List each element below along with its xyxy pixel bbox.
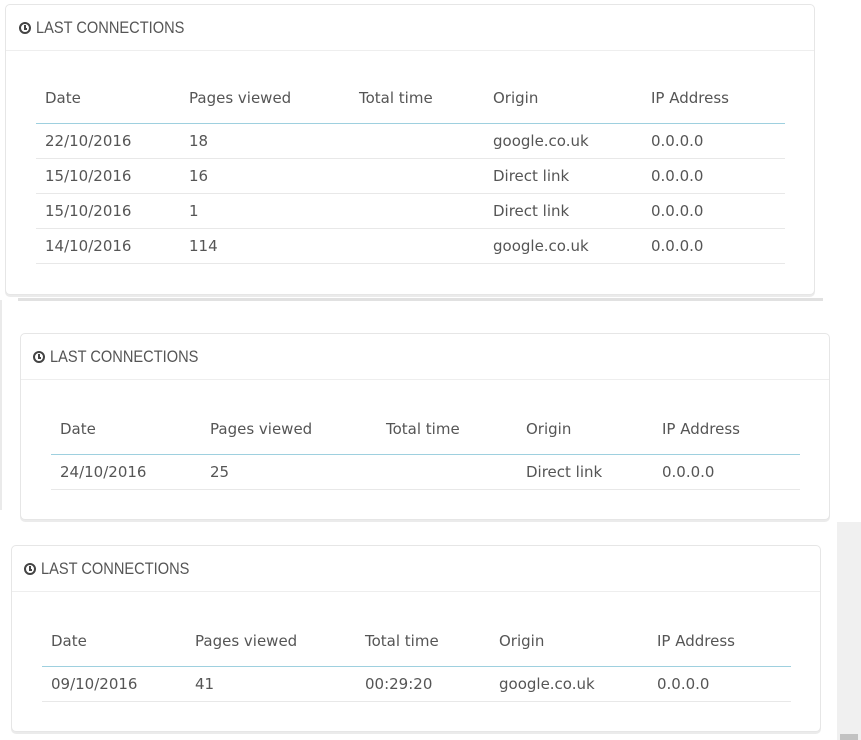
scrollbar-thumb[interactable] [840, 734, 858, 740]
cell-pages-viewed: 18 [189, 132, 209, 150]
column-header-date[interactable]: Date [51, 404, 201, 455]
table-row: 22/10/2016 18 google.co.uk 0.0.0.0 [36, 123, 785, 159]
cell-origin: google.co.uk [493, 237, 589, 255]
table-row: 15/10/2016 16 Direct link 0.0.0.0 [36, 158, 785, 194]
column-header-ip-address[interactable]: IP Address [648, 616, 791, 667]
column-header-total-time[interactable]: Total time [350, 73, 484, 124]
panel-heading: LAST CONNECTIONS [21, 334, 829, 380]
cell-origin: google.co.uk [493, 132, 589, 150]
table-row: 15/10/2016 1 Direct link 0.0.0.0 [36, 193, 785, 229]
column-header-origin[interactable]: Origin [517, 404, 653, 455]
cell-pages-viewed: 16 [189, 167, 209, 185]
column-header-date[interactable]: Date [42, 616, 186, 667]
clock-icon [33, 350, 45, 363]
column-header-total-time[interactable]: Total time [356, 616, 490, 667]
connections-table: Date Pages viewed Total time Origin IP A… [51, 404, 800, 490]
connections-table: Date Pages viewed Total time Origin IP A… [42, 616, 791, 702]
cell-pages-viewed: 25 [210, 463, 230, 481]
cell-date: 15/10/2016 [45, 202, 132, 220]
last-connections-panel-1: LAST CONNECTIONS Date Pages viewed Total… [5, 4, 815, 295]
last-connections-panel-3: LAST CONNECTIONS Date Pages viewed Total… [11, 545, 821, 732]
table-header-row: Date Pages viewed Total time Origin IP A… [51, 404, 800, 455]
cell-origin: Direct link [526, 463, 603, 481]
panel-title: LAST CONNECTIONS [41, 558, 190, 578]
cell-ip-address: 0.0.0.0 [651, 167, 704, 185]
last-connections-panel-2: LAST CONNECTIONS Date Pages viewed Total… [20, 333, 830, 520]
panel-heading: LAST CONNECTIONS [6, 5, 814, 51]
panel-heading: LAST CONNECTIONS [12, 546, 820, 592]
cell-date: 24/10/2016 [60, 463, 147, 481]
background-panel-edge [18, 298, 823, 301]
clock-icon [24, 562, 36, 575]
cell-ip-address: 0.0.0.0 [662, 463, 715, 481]
cell-origin: Direct link [493, 167, 570, 185]
cell-ip-address: 0.0.0.0 [651, 132, 704, 150]
table-header-row: Date Pages viewed Total time Origin IP A… [36, 73, 785, 124]
scrollbar-track[interactable] [837, 522, 861, 740]
column-header-origin[interactable]: Origin [490, 616, 648, 667]
column-header-origin[interactable]: Origin [484, 73, 642, 124]
cell-ip-address: 0.0.0.0 [651, 202, 704, 220]
panel-title: LAST CONNECTIONS [50, 346, 199, 366]
table-header-row: Date Pages viewed Total time Origin IP A… [42, 616, 791, 667]
table-row: 14/10/2016 114 google.co.uk 0.0.0.0 [36, 228, 785, 264]
column-header-pages-viewed[interactable]: Pages viewed [186, 616, 356, 667]
background-panel-edge [0, 300, 2, 510]
cell-date: 22/10/2016 [45, 132, 132, 150]
cell-origin: Direct link [493, 202, 570, 220]
table-row: 09/10/2016 41 00:29:20 google.co.uk 0.0.… [42, 666, 791, 702]
column-header-total-time[interactable]: Total time [377, 404, 517, 455]
column-header-ip-address[interactable]: IP Address [642, 73, 785, 124]
column-header-ip-address[interactable]: IP Address [653, 404, 800, 455]
cell-pages-viewed: 41 [195, 675, 215, 693]
cell-total-time: 00:29:20 [365, 675, 433, 693]
column-header-pages-viewed[interactable]: Pages viewed [201, 404, 377, 455]
column-header-date[interactable]: Date [36, 73, 180, 124]
clock-icon [19, 21, 31, 34]
panel-title: LAST CONNECTIONS [36, 17, 185, 37]
connections-table: Date Pages viewed Total time Origin IP A… [36, 73, 785, 264]
cell-pages-viewed: 114 [189, 237, 218, 255]
cell-ip-address: 0.0.0.0 [657, 675, 710, 693]
cell-date: 15/10/2016 [45, 167, 132, 185]
column-header-pages-viewed[interactable]: Pages viewed [180, 73, 350, 124]
cell-date: 09/10/2016 [51, 675, 138, 693]
table-row: 24/10/2016 25 Direct link 0.0.0.0 [51, 454, 800, 490]
cell-ip-address: 0.0.0.0 [651, 237, 704, 255]
cell-origin: google.co.uk [499, 675, 595, 693]
cell-date: 14/10/2016 [45, 237, 132, 255]
cell-pages-viewed: 1 [189, 202, 199, 220]
